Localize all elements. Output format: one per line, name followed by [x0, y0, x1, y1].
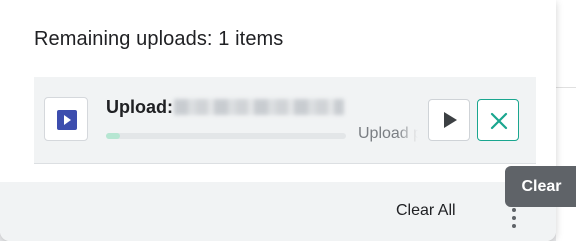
- upload-status-text: Upload p: [358, 125, 418, 142]
- more-vertical-icon-dot: [512, 216, 516, 220]
- panel-footer: Clear All: [0, 182, 556, 241]
- more-vertical-icon-dot: [512, 224, 516, 228]
- cancel-upload-button[interactable]: [477, 99, 519, 141]
- upload-item: Upload: Upload p: [34, 77, 536, 164]
- clear-tooltip: Clear: [505, 166, 576, 207]
- close-icon: [490, 112, 508, 130]
- video-file-icon: [57, 110, 77, 130]
- play-icon: [444, 112, 457, 128]
- file-thumbnail: [44, 97, 88, 141]
- background-divider: [556, 87, 576, 88]
- panel-title: Remaining uploads: 1 items: [34, 28, 284, 50]
- upload-panel: Remaining uploads: 1 items Upload: Uploa…: [0, 0, 556, 241]
- resume-upload-button[interactable]: [428, 99, 470, 141]
- upload-progress-bar: [106, 133, 346, 139]
- clear-all-button[interactable]: Clear All: [396, 202, 456, 220]
- more-vertical-icon: [512, 208, 516, 212]
- more-options-button[interactable]: [508, 208, 520, 232]
- upload-progress-fill: [106, 133, 121, 139]
- redacted-filename: [174, 99, 344, 115]
- upload-label: Upload:: [106, 97, 173, 117]
